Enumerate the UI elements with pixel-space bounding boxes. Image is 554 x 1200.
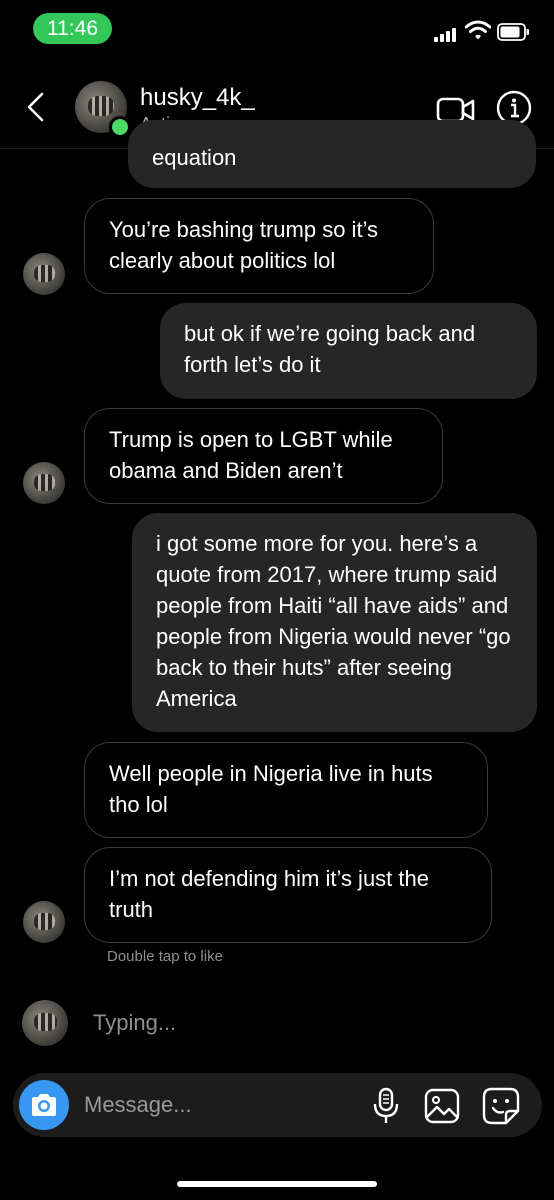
message-bubble-incoming[interactable]: Trump is open to LGBT while obama and Bi… [84,408,443,504]
camera-button[interactable] [19,1080,69,1130]
back-chevron-icon[interactable] [24,92,48,122]
double-tap-hint: Double tap to like [107,948,223,965]
sender-avatar[interactable] [23,253,65,295]
sender-avatar[interactable] [23,462,65,504]
camera-icon [32,1094,56,1116]
message-bubble-incoming[interactable]: Well people in Nigeria live in huts tho … [84,742,488,838]
message-input[interactable] [84,1080,354,1130]
contact-username[interactable]: husky_4k_ [140,84,255,112]
sender-avatar[interactable] [23,901,65,943]
message-bubble-outgoing[interactable]: i got some more for you. here’s a quote … [132,513,537,732]
cellular-signal-icon [434,26,460,42]
sticker-icon[interactable] [482,1087,520,1125]
gallery-icon[interactable] [424,1088,460,1124]
microphone-icon[interactable] [372,1087,400,1125]
message-bubble-incoming[interactable]: You’re bashing trump so it’s clearly abo… [84,198,434,294]
message-bubble-incoming[interactable]: equation [128,120,536,188]
battery-icon [497,23,529,41]
status-time: 11:46 [33,13,112,44]
message-bubble-outgoing[interactable]: but ok if we’re going back and forth let… [160,303,537,399]
typing-indicator: Typing... [93,1010,177,1035]
wifi-icon [465,20,491,40]
online-indicator [109,116,131,138]
message-bubble-incoming[interactable]: I’m not defending him it’s just the trut… [84,847,492,943]
typing-avatar [22,1000,68,1046]
home-indicator[interactable] [177,1181,377,1187]
